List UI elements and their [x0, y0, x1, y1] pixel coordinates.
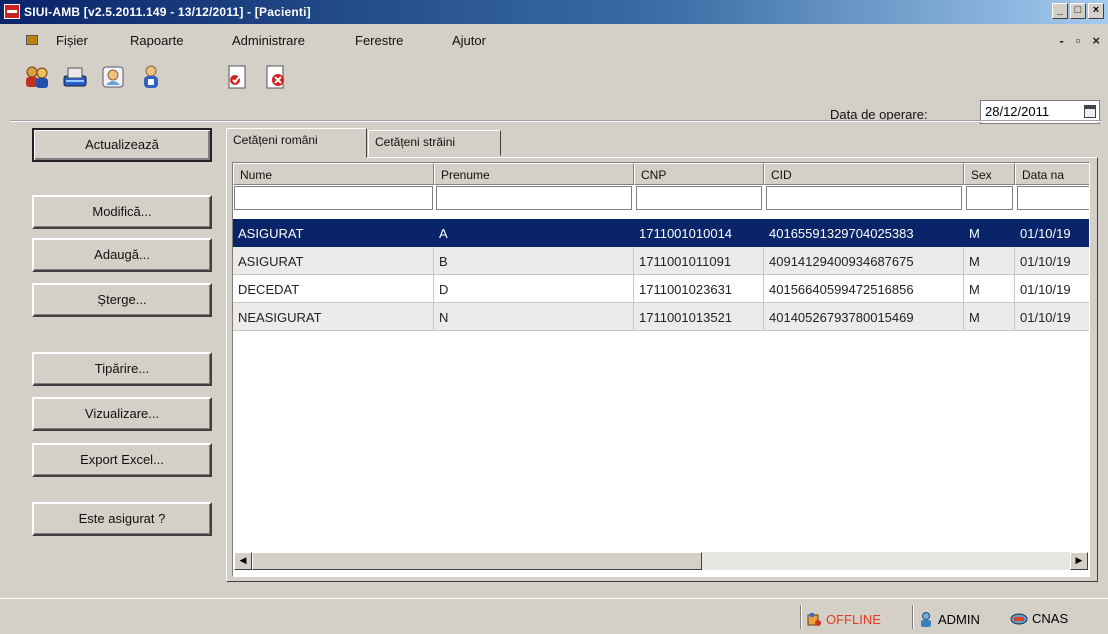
print-button[interactable]: Tipărire...	[32, 352, 212, 386]
cell-nume: NEASIGURAT	[233, 303, 434, 331]
column-header-nume[interactable]: Nume	[233, 163, 434, 185]
mdi-restore-button[interactable]: ▫	[1076, 33, 1081, 48]
maximize-button[interactable]: □	[1070, 3, 1086, 19]
cell-prenume: B	[434, 247, 634, 275]
refresh-button[interactable]: Actualizează	[32, 128, 212, 162]
cell-cid: 40140526793780015469	[764, 303, 964, 331]
mdi-minimize-button[interactable]: -	[1059, 33, 1063, 48]
table-row[interactable]: ASIGURAT B 1711001011091 409141294009346…	[233, 247, 1089, 275]
status-divider	[912, 605, 914, 629]
table-row[interactable]: ASIGURAT A 1711001010014 401655913297040…	[233, 219, 1089, 247]
connection-status-text: OFFLINE	[826, 611, 881, 627]
server-status-text: CNAS	[1032, 611, 1069, 626]
table-row[interactable]: DECEDAT D 1711001023631 4015664059947251…	[233, 275, 1089, 303]
cell-nume: DECEDAT	[233, 275, 434, 303]
menu-bar: Fișier Rapoarte Administrare Ferestre Aj…	[0, 30, 1108, 52]
export-excel-button[interactable]: Export Excel...	[32, 443, 212, 477]
scrollbar-thumb[interactable]	[252, 552, 702, 570]
filter-cnp-input[interactable]	[636, 186, 762, 210]
patients-grid[interactable]: Nume Prenume CNP CID Sex Data na ASIGURA…	[232, 162, 1090, 577]
network-icon	[1010, 613, 1028, 624]
offline-icon	[807, 613, 821, 626]
cell-cid: 40156640599472516856	[764, 275, 964, 303]
cell-prenume: D	[434, 275, 634, 303]
cell-cnp: 1711001011091	[634, 247, 764, 275]
patient-icon[interactable]	[138, 64, 164, 90]
close-button[interactable]: ×	[1088, 3, 1104, 19]
mdi-close-button[interactable]: ×	[1092, 33, 1100, 48]
preview-button[interactable]: Vizualizare...	[32, 397, 212, 431]
modify-button[interactable]: Modifică...	[32, 195, 212, 229]
filter-cid-input[interactable]	[766, 186, 962, 210]
status-bar: OFFLINE ADMIN CNAS	[0, 598, 1108, 634]
column-header-cid[interactable]: CID	[764, 163, 964, 185]
operating-date-value: 28/12/2011	[985, 104, 1050, 119]
status-divider	[800, 605, 802, 629]
minimize-button[interactable]: _	[1052, 3, 1068, 19]
window-title: SIUI-AMB [v2.5.2011.149 - 13/12/2011] - …	[24, 5, 311, 19]
tab-romanian-citizens[interactable]: Cetățeni români	[226, 128, 367, 158]
scroll-left-icon[interactable]: ◀	[234, 552, 252, 570]
cell-prenume: N	[434, 303, 634, 331]
cell-cnp: 1711001023631	[634, 275, 764, 303]
menu-reports[interactable]: Rapoarte	[130, 33, 183, 48]
menu-administration[interactable]: Administrare	[232, 33, 305, 48]
doctor-icon[interactable]	[100, 64, 126, 90]
report-icon[interactable]	[224, 64, 250, 90]
connection-status: OFFLINE	[806, 611, 881, 627]
cell-birth-date: 01/10/19	[1015, 247, 1089, 275]
users-icon[interactable]	[24, 64, 50, 90]
delete-report-icon[interactable]	[262, 64, 288, 90]
cell-cnp: 1711001010014	[634, 219, 764, 247]
tab-foreign-citizens[interactable]: Cetățeni străini	[368, 130, 501, 156]
cell-birth-date: 01/10/19	[1015, 219, 1089, 247]
cell-prenume: A	[434, 219, 634, 247]
cell-sex: M	[964, 303, 1015, 331]
app-icon	[4, 4, 20, 19]
toolbar	[0, 56, 1108, 92]
calendar-icon[interactable]	[1084, 105, 1096, 118]
filter-birth-date-input[interactable]	[1017, 186, 1089, 210]
card-reader-icon[interactable]	[62, 64, 88, 90]
menu-help[interactable]: Ajutor	[452, 33, 486, 48]
user-status-text: ADMIN	[938, 611, 980, 627]
menu-windows[interactable]: Ferestre	[355, 33, 403, 48]
delete-button[interactable]: Șterge...	[32, 283, 212, 317]
scroll-right-icon[interactable]: ▶	[1070, 552, 1088, 570]
cell-cid: 40914129400934687675	[764, 247, 964, 275]
horizontal-scrollbar[interactable]: ◀ ▶	[234, 552, 1088, 570]
cell-nume: ASIGURAT	[233, 219, 434, 247]
cell-birth-date: 01/10/19	[1015, 303, 1089, 331]
menu-file[interactable]: Fișier	[56, 33, 88, 48]
user-icon	[921, 612, 931, 627]
cell-sex: M	[964, 275, 1015, 303]
cell-sex: M	[964, 247, 1015, 275]
filter-prenume-input[interactable]	[436, 186, 632, 210]
document-system-icon[interactable]	[26, 35, 38, 45]
user-status: ADMIN	[918, 611, 980, 627]
cell-nume: ASIGURAT	[233, 247, 434, 275]
cell-birth-date: 01/10/19	[1015, 275, 1089, 303]
check-insured-button[interactable]: Este asigurat ?	[32, 502, 212, 536]
column-header-cnp[interactable]: CNP	[634, 163, 764, 185]
column-header-birth-date[interactable]: Data na	[1015, 163, 1089, 185]
filter-sex-input[interactable]	[966, 186, 1013, 210]
table-row[interactable]: NEASIGURAT N 1711001013521 4014052679378…	[233, 303, 1089, 331]
cell-sex: M	[964, 219, 1015, 247]
cell-cid: 40165591329704025383	[764, 219, 964, 247]
title-bar: SIUI-AMB [v2.5.2011.149 - 13/12/2011] - …	[0, 0, 1108, 24]
toolbar-divider	[10, 120, 1102, 122]
add-button[interactable]: Adaugă...	[32, 238, 212, 272]
filter-nume-input[interactable]	[234, 186, 433, 210]
column-header-sex[interactable]: Sex	[964, 163, 1015, 185]
column-header-prenume[interactable]: Prenume	[434, 163, 634, 185]
server-status: CNAS	[1010, 611, 1068, 626]
cell-cnp: 1711001013521	[634, 303, 764, 331]
